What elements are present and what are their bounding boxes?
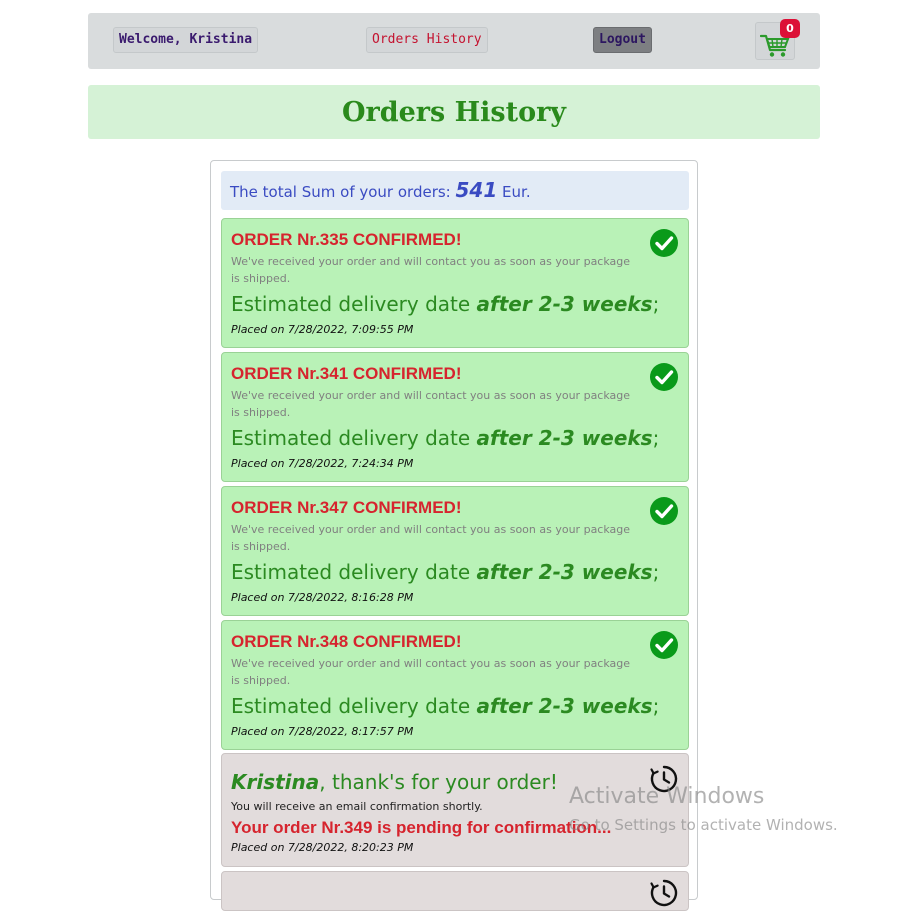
estimate-value: after 2-3 weeks [476,694,653,718]
order-message: We've received your order and will conta… [231,389,631,419]
cart-count-badge: 0 [780,19,800,38]
order-message: We've received your order and will conta… [231,255,631,285]
estimate-suffix: ; [652,292,660,316]
order-placed-date: Placed on 7/28/2022, 7:09:55 PM [231,323,414,336]
order-card: ORDER Nr.341 CONFIRMED! We've received y… [221,352,689,482]
order-placed-date: Placed on 7/28/2022, 8:17:57 PM [231,725,414,738]
order-placed-date: Placed on 7/28/2022, 7:24:34 PM [231,457,414,470]
check-circle-icon [650,631,678,659]
clock-history-icon [650,765,678,793]
order-title: ORDER Nr.347 CONFIRMED! [231,498,462,517]
pending-thanks-message: Kristina, thank's for your order! [231,770,558,794]
estimate-value: after 2-3 weeks [476,292,653,316]
page-title-banner: Orders History [88,85,820,139]
total-sum-bar: The total Sum of your orders: 541 Eur. [221,171,689,210]
cart-button[interactable]: 0 [755,19,800,60]
total-sum-value: 541 [455,178,498,202]
check-circle-icon [650,363,678,391]
total-sum-currency: Eur. [502,183,531,201]
order-message: We've received your order and will conta… [231,523,631,553]
estimate-label: Estimated delivery date [231,292,471,316]
order-title: ORDER Nr.335 CONFIRMED! [231,230,462,249]
email-confirmation-note: You will receive an email confirmation s… [231,800,483,813]
order-message: We've received your order and will conta… [231,657,631,687]
order-card: ORDER Nr.335 CONFIRMED! We've received y… [221,218,689,348]
order-placed-date: Placed on 7/28/2022, 8:16:28 PM [231,591,414,604]
estimate-suffix: ; [652,694,660,718]
order-placed-date: Placed on 7/28/2022, 8:20:23 PM [231,841,414,854]
estimate-label: Estimated delivery date [231,694,471,718]
order-delivery-estimate: Estimated delivery date after 2-3 weeks; [231,292,659,316]
order-card: ORDER Nr.347 CONFIRMED! We've received y… [221,486,689,616]
check-circle-icon [650,497,678,525]
estimate-value: after 2-3 weeks [476,560,653,584]
order-title: ORDER Nr.348 CONFIRMED! [231,632,462,651]
welcome-button[interactable]: Welcome, Kristina [113,27,259,53]
order-delivery-estimate: Estimated delivery date after 2-3 weeks; [231,426,659,450]
estimate-value: after 2-3 weeks [476,426,653,450]
logout-button[interactable]: Logout [593,27,652,53]
total-sum-label: The total Sum of your orders: [230,183,451,201]
top-navbar: Welcome, Kristina Orders History Logout … [88,13,820,69]
page-title: Orders History [342,97,566,128]
order-card: ORDER Nr.348 CONFIRMED! We've received y… [221,620,689,750]
order-delivery-estimate: Estimated delivery date after 2-3 weeks; [231,560,659,584]
pending-order-card [221,871,689,911]
orders-history-button[interactable]: Orders History [366,27,488,53]
order-delivery-estimate: Estimated delivery date after 2-3 weeks; [231,694,659,718]
pending-order-card: Kristina, thank's for your order! You wi… [221,753,689,867]
thanks-text: , thank's for your order! [319,770,558,794]
check-circle-icon [650,229,678,257]
orders-panel: The total Sum of your orders: 541 Eur. O… [210,160,698,911]
customer-name: Kristina [231,770,320,794]
order-title: ORDER Nr.341 CONFIRMED! [231,364,462,383]
clock-history-icon [650,879,678,907]
estimate-suffix: ; [652,560,660,584]
estimate-label: Estimated delivery date [231,560,471,584]
pending-status: Your order Nr.349 is pending for confirm… [231,818,612,837]
estimate-label: Estimated delivery date [231,426,471,450]
estimate-suffix: ; [652,426,660,450]
